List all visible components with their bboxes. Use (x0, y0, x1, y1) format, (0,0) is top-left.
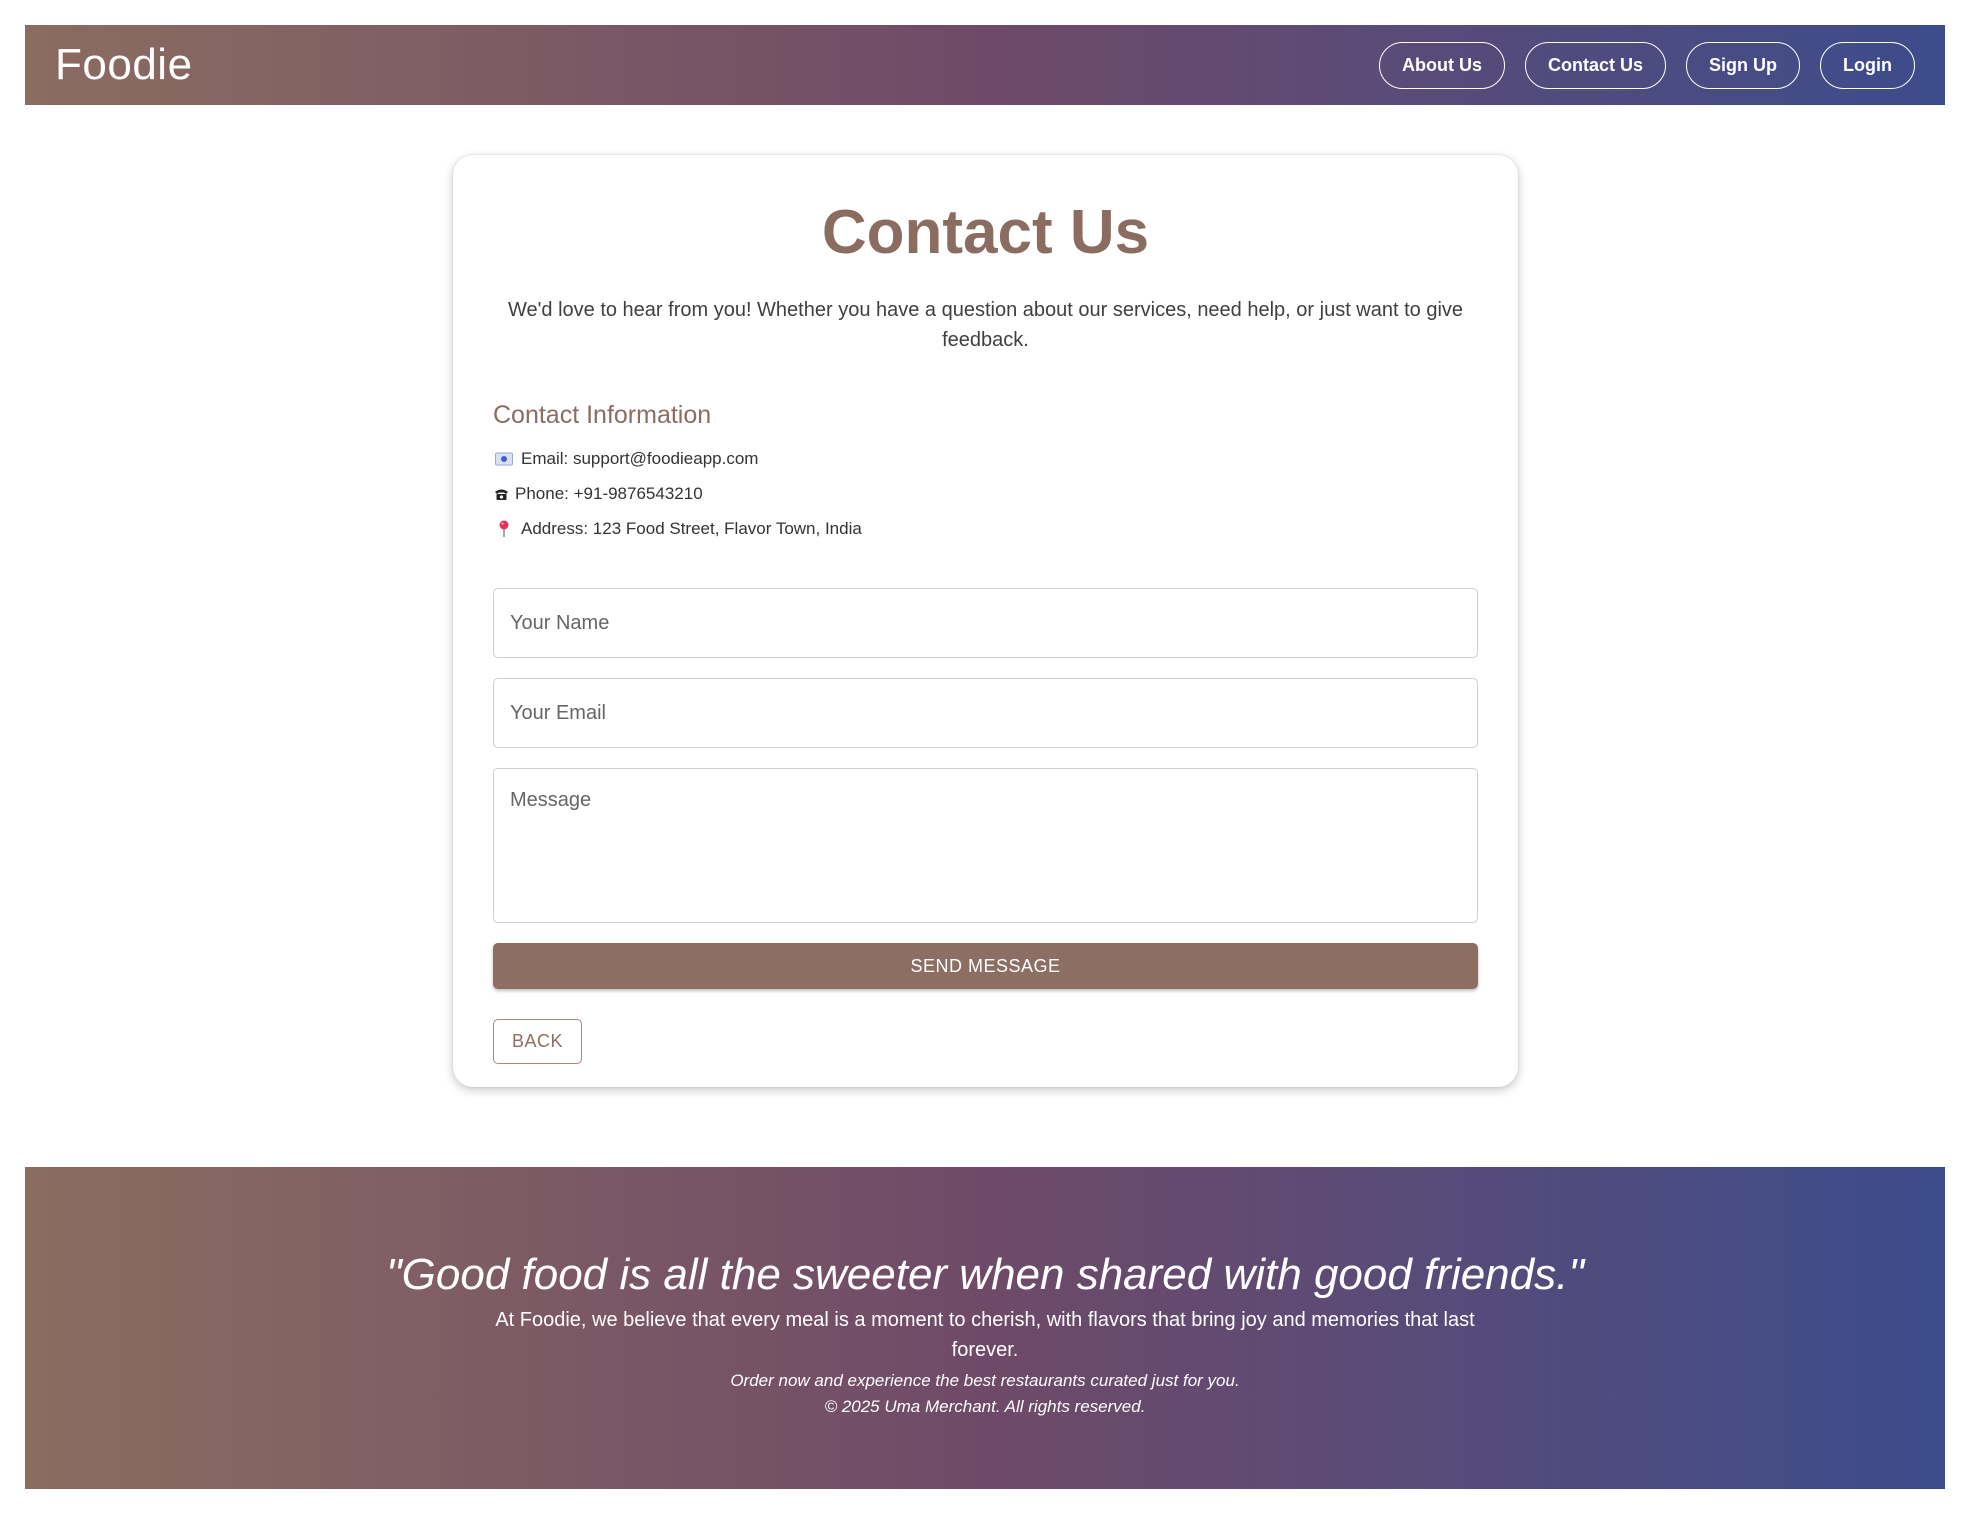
telephone-icon (493, 487, 509, 501)
contact-card: Contact Us We'd love to hear from you! W… (453, 155, 1518, 1087)
contact-address-row: Address: 123 Food Street, Flavor Town, I… (493, 511, 1478, 546)
nav-about-us-button[interactable]: About Us (1379, 41, 1505, 89)
nav-login-button[interactable]: Login (1820, 41, 1915, 89)
email-input[interactable] (493, 678, 1478, 748)
name-input[interactable] (493, 588, 1478, 658)
footer: "Good food is all the sweeter when share… (25, 1167, 1945, 1489)
contact-email-text: Email: support@foodieapp.com (521, 448, 759, 468)
location-pin-icon (493, 520, 515, 538)
nav-contact-us-button[interactable]: Contact Us (1525, 41, 1667, 89)
email-envelope-icon (493, 452, 515, 466)
contact-email-row: Email: support@foodieapp.com (493, 441, 1478, 476)
contact-address-text: Address: 123 Food Street, Flavor Town, I… (521, 518, 862, 538)
nav-sign-up-button[interactable]: Sign Up (1686, 41, 1801, 89)
contact-info-list: Email: support@foodieapp.com Phone: +91-… (493, 441, 1478, 546)
intro-text: We'd love to hear from you! Whether you … (507, 299, 1464, 351)
back-button[interactable]: BACK (493, 1019, 582, 1064)
footer-copyright: © 2025 Uma Merchant. All rights reserved… (824, 1397, 1146, 1416)
send-message-button[interactable]: SEND MESSAGE (493, 943, 1478, 989)
brand-logo[interactable]: Foodie (55, 40, 193, 90)
page: Foodie About Us Contact Us Sign Up Login… (0, 0, 1970, 1513)
footer-cta: Order now and experience the best restau… (730, 1371, 1240, 1390)
navbar: Foodie About Us Contact Us Sign Up Login (25, 25, 1945, 105)
footer-quote: "Good food is all the sweeter when share… (386, 1250, 1584, 1299)
contact-phone-text: Phone: +91-9876543210 (515, 483, 703, 503)
contact-info-heading: Contact Information (493, 401, 712, 429)
message-textarea[interactable] (493, 768, 1478, 923)
page-title: Contact Us (821, 198, 1150, 267)
contact-phone-row: Phone: +91-9876543210 (493, 476, 1478, 511)
footer-tagline: At Foodie, we believe that every meal is… (495, 1309, 1475, 1361)
nav-links: About Us Contact Us Sign Up Login (1379, 41, 1915, 89)
